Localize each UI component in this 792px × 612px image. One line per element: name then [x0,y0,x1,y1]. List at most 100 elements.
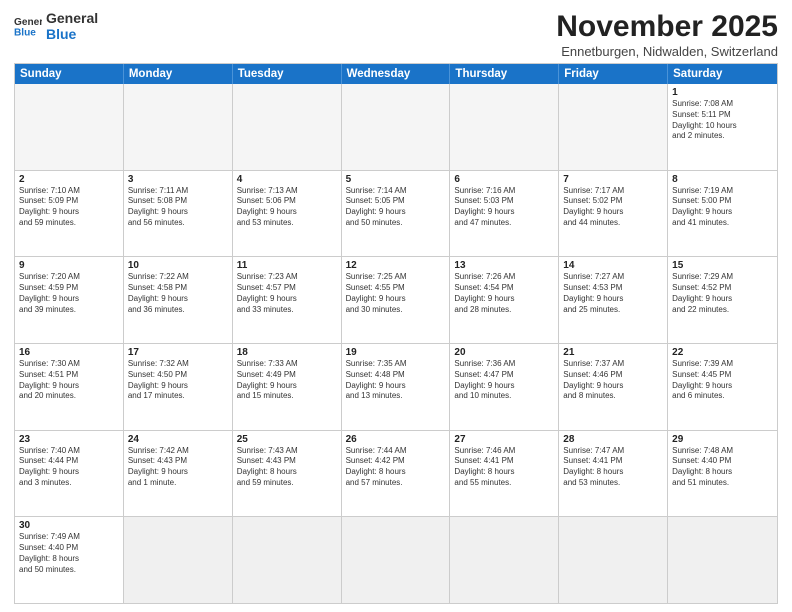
cal-week-1: 2Sunrise: 7:10 AM Sunset: 5:09 PM Daylig… [15,170,777,257]
day-info: Sunrise: 7:26 AM Sunset: 4:54 PM Dayligh… [454,272,554,315]
day-number: 18 [237,347,337,358]
calendar-header-row: SundayMondayTuesdayWednesdayThursdayFrid… [15,64,777,84]
cal-cell [233,84,342,170]
title-block: November 2025 Ennetburgen, Nidwalden, Sw… [556,10,778,59]
day-info: Sunrise: 7:48 AM Sunset: 4:40 PM Dayligh… [672,446,773,489]
svg-text:Blue: Blue [14,27,36,37]
day-info: Sunrise: 7:23 AM Sunset: 4:57 PM Dayligh… [237,272,337,315]
cal-week-5: 30Sunrise: 7:49 AM Sunset: 4:40 PM Dayli… [15,516,777,603]
day-info: Sunrise: 7:27 AM Sunset: 4:53 PM Dayligh… [563,272,663,315]
day-number: 17 [128,347,228,358]
month-title: November 2025 [556,10,778,43]
day-number: 12 [346,260,446,271]
day-info: Sunrise: 7:47 AM Sunset: 4:41 PM Dayligh… [563,446,663,489]
cal-cell: 28Sunrise: 7:47 AM Sunset: 4:41 PM Dayli… [559,431,668,517]
day-number: 6 [454,174,554,185]
cal-cell: 15Sunrise: 7:29 AM Sunset: 4:52 PM Dayli… [668,257,777,343]
cal-cell: 12Sunrise: 7:25 AM Sunset: 4:55 PM Dayli… [342,257,451,343]
day-number: 14 [563,260,663,271]
day-number: 2 [19,174,119,185]
calendar-body: 1Sunrise: 7:08 AM Sunset: 5:11 PM Daylig… [15,84,777,603]
day-info: Sunrise: 7:39 AM Sunset: 4:45 PM Dayligh… [672,359,773,402]
cal-cell: 27Sunrise: 7:46 AM Sunset: 4:41 PM Dayli… [450,431,559,517]
generalblue-logo-icon: General Blue [14,15,42,37]
cal-cell: 3Sunrise: 7:11 AM Sunset: 5:08 PM Daylig… [124,171,233,257]
cal-cell: 20Sunrise: 7:36 AM Sunset: 4:47 PM Dayli… [450,344,559,430]
logo-line2: Blue [46,26,98,42]
day-info: Sunrise: 7:17 AM Sunset: 5:02 PM Dayligh… [563,186,663,229]
cal-header-monday: Monday [124,64,233,84]
cal-cell [342,84,451,170]
day-info: Sunrise: 7:35 AM Sunset: 4:48 PM Dayligh… [346,359,446,402]
cal-cell: 8Sunrise: 7:19 AM Sunset: 5:00 PM Daylig… [668,171,777,257]
cal-header-friday: Friday [559,64,668,84]
cal-cell [124,84,233,170]
cal-week-3: 16Sunrise: 7:30 AM Sunset: 4:51 PM Dayli… [15,343,777,430]
cal-cell: 16Sunrise: 7:30 AM Sunset: 4:51 PM Dayli… [15,344,124,430]
cal-cell: 17Sunrise: 7:32 AM Sunset: 4:50 PM Dayli… [124,344,233,430]
day-info: Sunrise: 7:20 AM Sunset: 4:59 PM Dayligh… [19,272,119,315]
cal-header-wednesday: Wednesday [342,64,451,84]
day-info: Sunrise: 7:13 AM Sunset: 5:06 PM Dayligh… [237,186,337,229]
cal-cell: 30Sunrise: 7:49 AM Sunset: 4:40 PM Dayli… [15,517,124,603]
day-number: 22 [672,347,773,358]
day-info: Sunrise: 7:11 AM Sunset: 5:08 PM Dayligh… [128,186,228,229]
cal-cell [342,517,451,603]
calendar: SundayMondayTuesdayWednesdayThursdayFrid… [14,63,778,604]
cal-cell: 22Sunrise: 7:39 AM Sunset: 4:45 PM Dayli… [668,344,777,430]
cal-cell: 1Sunrise: 7:08 AM Sunset: 5:11 PM Daylig… [668,84,777,170]
day-info: Sunrise: 7:40 AM Sunset: 4:44 PM Dayligh… [19,446,119,489]
cal-cell: 2Sunrise: 7:10 AM Sunset: 5:09 PM Daylig… [15,171,124,257]
cal-cell [559,84,668,170]
cal-header-saturday: Saturday [668,64,777,84]
day-number: 9 [19,260,119,271]
day-info: Sunrise: 7:14 AM Sunset: 5:05 PM Dayligh… [346,186,446,229]
day-info: Sunrise: 7:29 AM Sunset: 4:52 PM Dayligh… [672,272,773,315]
day-info: Sunrise: 7:16 AM Sunset: 5:03 PM Dayligh… [454,186,554,229]
cal-cell: 4Sunrise: 7:13 AM Sunset: 5:06 PM Daylig… [233,171,342,257]
day-number: 20 [454,347,554,358]
cal-cell [124,517,233,603]
day-info: Sunrise: 7:46 AM Sunset: 4:41 PM Dayligh… [454,446,554,489]
cal-cell: 19Sunrise: 7:35 AM Sunset: 4:48 PM Dayli… [342,344,451,430]
logo: General Blue General Blue [14,10,98,42]
day-number: 23 [19,434,119,445]
day-number: 27 [454,434,554,445]
cal-cell [233,517,342,603]
cal-cell: 9Sunrise: 7:20 AM Sunset: 4:59 PM Daylig… [15,257,124,343]
day-info: Sunrise: 7:32 AM Sunset: 4:50 PM Dayligh… [128,359,228,402]
day-number: 29 [672,434,773,445]
cal-cell: 21Sunrise: 7:37 AM Sunset: 4:46 PM Dayli… [559,344,668,430]
day-number: 13 [454,260,554,271]
cal-cell: 10Sunrise: 7:22 AM Sunset: 4:58 PM Dayli… [124,257,233,343]
day-info: Sunrise: 7:30 AM Sunset: 4:51 PM Dayligh… [19,359,119,402]
day-info: Sunrise: 7:08 AM Sunset: 5:11 PM Dayligh… [672,99,773,142]
day-number: 11 [237,260,337,271]
day-info: Sunrise: 7:33 AM Sunset: 4:49 PM Dayligh… [237,359,337,402]
logo-line1: General [46,10,98,26]
cal-cell: 26Sunrise: 7:44 AM Sunset: 4:42 PM Dayli… [342,431,451,517]
day-number: 24 [128,434,228,445]
day-info: Sunrise: 7:44 AM Sunset: 4:42 PM Dayligh… [346,446,446,489]
cal-cell: 11Sunrise: 7:23 AM Sunset: 4:57 PM Dayli… [233,257,342,343]
location: Ennetburgen, Nidwalden, Switzerland [556,44,778,59]
cal-cell: 18Sunrise: 7:33 AM Sunset: 4:49 PM Dayli… [233,344,342,430]
day-number: 16 [19,347,119,358]
day-number: 21 [563,347,663,358]
day-info: Sunrise: 7:42 AM Sunset: 4:43 PM Dayligh… [128,446,228,489]
cal-cell: 5Sunrise: 7:14 AM Sunset: 5:05 PM Daylig… [342,171,451,257]
day-info: Sunrise: 7:43 AM Sunset: 4:43 PM Dayligh… [237,446,337,489]
day-number: 26 [346,434,446,445]
day-number: 19 [346,347,446,358]
cal-header-sunday: Sunday [15,64,124,84]
page-header: General Blue General Blue November 2025 … [14,10,778,59]
cal-cell: 24Sunrise: 7:42 AM Sunset: 4:43 PM Dayli… [124,431,233,517]
day-number: 3 [128,174,228,185]
day-info: Sunrise: 7:10 AM Sunset: 5:09 PM Dayligh… [19,186,119,229]
cal-cell: 7Sunrise: 7:17 AM Sunset: 5:02 PM Daylig… [559,171,668,257]
cal-cell: 29Sunrise: 7:48 AM Sunset: 4:40 PM Dayli… [668,431,777,517]
cal-cell [559,517,668,603]
cal-week-4: 23Sunrise: 7:40 AM Sunset: 4:44 PM Dayli… [15,430,777,517]
cal-header-thursday: Thursday [450,64,559,84]
cal-week-0: 1Sunrise: 7:08 AM Sunset: 5:11 PM Daylig… [15,84,777,170]
